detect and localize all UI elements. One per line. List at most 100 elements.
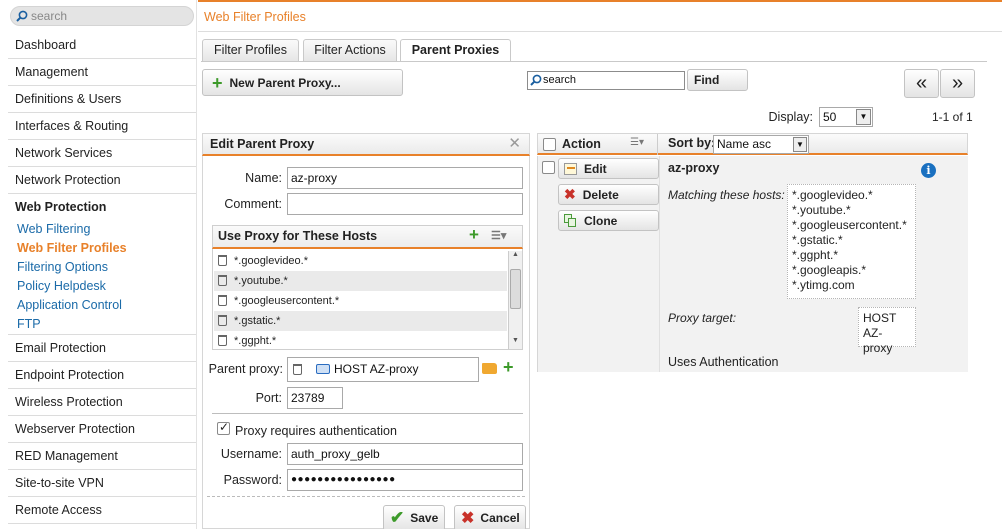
matching-host-item: *.gstatic.* (792, 233, 843, 247)
uses-authentication-text: Uses Authentication (668, 355, 779, 369)
host-row[interactable]: *.googleusercontent.* (214, 291, 507, 311)
sidebar-item-site-to-site-vpn[interactable]: Site-to-site VPN (8, 470, 196, 497)
auth-checkbox[interactable]: ✓ (217, 420, 230, 435)
trash-icon[interactable] (293, 364, 302, 375)
sidebar-subitem-web-filter-profiles[interactable]: Web Filter Profiles (17, 239, 127, 258)
trash-icon[interactable] (218, 335, 227, 346)
info-icon[interactable]: i (921, 163, 936, 178)
sort-select-value: Name asc (717, 137, 772, 151)
parent-proxy-field[interactable]: HOST AZ-proxy (287, 357, 479, 382)
password-field[interactable]: ●●●●●●●●●●●●●●●● (287, 469, 523, 491)
search-icon (16, 9, 28, 27)
proxy-target-line: HOST (863, 311, 897, 325)
select-all-checkbox[interactable] (543, 138, 556, 151)
list-menu-icon[interactable]: ☰▾ (491, 226, 506, 246)
matching-hosts-label: Matching these hosts: (668, 188, 785, 202)
sidebar-item-dashboard[interactable]: Dashboard (8, 32, 196, 59)
host-text: *.ggpht.* (234, 335, 277, 347)
host-object-icon (316, 364, 330, 374)
column-menu-icon[interactable]: ☰▾ (630, 137, 644, 148)
pagination-info: 1-1 of 1 (932, 110, 973, 124)
matching-host-item: *.youtube.* (792, 203, 851, 217)
find-button[interactable]: Find (687, 69, 748, 91)
cancel-button[interactable]: ✖ Cancel (454, 505, 526, 529)
add-host-icon[interactable]: + (469, 225, 479, 245)
sidebar-item-management[interactable]: Management (8, 59, 196, 86)
add-parent-proxy-icon[interactable]: + (503, 357, 514, 378)
trash-icon[interactable] (218, 315, 227, 326)
name-field[interactable]: az-proxy (287, 167, 523, 189)
tab-parent-proxies[interactable]: Parent Proxies (400, 39, 511, 62)
delete-button[interactable]: ✖ Delete (558, 184, 659, 205)
tab-filter-actions[interactable]: Filter Actions (303, 39, 397, 61)
matching-host-item: *.googleusercontent.* (792, 218, 907, 232)
username-field[interactable]: auth_proxy_gelb (287, 443, 523, 465)
sidebar-subitem-filtering-options[interactable]: Filtering Options (17, 258, 108, 277)
row-checkbox[interactable] (542, 161, 555, 174)
save-button[interactable]: ✔ Save (383, 505, 445, 529)
host-row[interactable]: *.gstatic.* (214, 311, 507, 331)
host-row[interactable]: *.ggpht.* (214, 331, 507, 349)
host-text: *.googlevideo.* (234, 255, 309, 267)
sidebar-item-interfaces-routing[interactable]: Interfaces & Routing (8, 113, 196, 140)
page-title: Web Filter Profiles (204, 10, 306, 24)
name-label: Name: (245, 171, 282, 185)
trash-icon[interactable] (218, 295, 227, 306)
row-divider (659, 156, 660, 372)
sidebar-item-email-protection[interactable]: Email Protection (8, 335, 196, 362)
form-divider-dashed (207, 496, 525, 497)
sidebar-subitem-web-filtering[interactable]: Web Filtering (17, 220, 90, 239)
clone-button-label: Clone (584, 213, 618, 228)
prev-page-button[interactable]: « (904, 69, 939, 98)
sidebar-subitem-application-control[interactable]: Application Control (17, 296, 122, 315)
auth-checkbox-label: Proxy requires authentication (235, 424, 397, 438)
delete-x-icon: ✖ (564, 186, 576, 202)
sidebar-item-webserver-protection[interactable]: Webserver Protection (8, 416, 196, 443)
new-parent-proxy-label: New Parent Proxy... (229, 75, 341, 90)
tab-filter-profiles[interactable]: Filter Profiles (202, 39, 299, 61)
page-header (198, 0, 1002, 32)
scrollbar-thumb[interactable] (510, 269, 521, 309)
password-label: Password: (223, 473, 282, 487)
sidebar-subitem-ftp[interactable]: FTP (17, 315, 41, 334)
new-parent-proxy-button[interactable]: + New Parent Proxy... (202, 69, 403, 96)
edit-button[interactable]: Edit (558, 158, 659, 179)
host-text: *.youtube.* (234, 275, 288, 287)
cancel-x-icon: ✖ (461, 510, 475, 527)
sidebar-item-wireless-protection[interactable]: Wireless Protection (8, 389, 196, 416)
table-search-input[interactable]: search (527, 71, 685, 90)
close-icon[interactable]: ✕ (508, 134, 521, 154)
chevron-down-icon: ▼ (793, 137, 807, 152)
sidebar-search-input[interactable]: search (10, 6, 194, 26)
checkmark-icon: ✔ (390, 508, 405, 527)
scroll-up-icon[interactable]: ▲ (510, 251, 521, 263)
port-label: Port: (255, 391, 282, 405)
sort-select[interactable]: Name asc ▼ (713, 135, 809, 154)
host-row[interactable]: *.youtube.* (214, 271, 507, 291)
display-select[interactable]: 50 ▼ (819, 107, 873, 127)
scroll-down-icon[interactable]: ▼ (510, 337, 521, 349)
sidebar-item-definitions-users[interactable]: Definitions & Users (8, 86, 196, 113)
sidebar-item-endpoint-protection[interactable]: Endpoint Protection (8, 362, 196, 389)
comment-field[interactable] (287, 193, 523, 215)
sidebar-item-network-protection[interactable]: Network Protection (8, 167, 196, 194)
next-page-button[interactable]: » (940, 69, 975, 98)
trash-icon[interactable] (218, 275, 227, 286)
folder-icon[interactable] (482, 363, 497, 374)
row-name: az-proxy (668, 161, 720, 175)
sidebar-item-red-management[interactable]: RED Management (8, 443, 196, 470)
trash-icon[interactable] (218, 255, 227, 266)
save-button-label: Save (410, 511, 439, 525)
host-row[interactable]: *.googlevideo.* (214, 251, 507, 271)
sidebar-item-remote-access[interactable]: Remote Access (8, 497, 196, 524)
sidebar-item-web-protection[interactable]: Web Protection (8, 194, 196, 221)
port-field[interactable]: 23789 (287, 387, 343, 409)
sidebar-subitem-policy-helpdesk[interactable]: Policy Helpdesk (17, 277, 106, 296)
hosts-scrollbar[interactable]: ▲ ▼ (508, 251, 522, 349)
parent-proxy-value: HOST AZ-proxy (334, 362, 419, 376)
sidebar-search-placeholder: search (31, 9, 68, 23)
sidebar-item-network-services[interactable]: Network Services (8, 140, 196, 167)
parent-proxy-label: Parent proxy: (208, 362, 283, 376)
chevron-down-icon: ▼ (856, 109, 871, 125)
clone-button[interactable]: Clone (558, 210, 659, 231)
